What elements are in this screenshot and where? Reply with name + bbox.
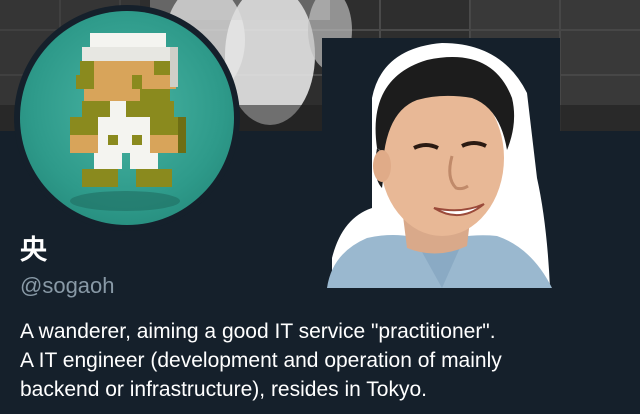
display-name: 央	[20, 235, 47, 266]
profile-bio: A wanderer, aiming a good IT service "pr…	[20, 317, 630, 404]
profile-photo	[322, 38, 560, 288]
user-handle: @sogaoh	[20, 273, 115, 298]
bio-line: backend or infrastructure), resides in T…	[20, 378, 427, 401]
avatar[interactable]	[20, 11, 234, 225]
profile-card: 央 @sogaoh A wanderer, aiming a good IT s…	[0, 0, 640, 414]
bio-line: A IT engineer (development and operation…	[20, 349, 502, 372]
pixel-plumber-character-icon	[70, 33, 186, 211]
bio-line: A wanderer, aiming a good IT service "pr…	[20, 320, 496, 343]
